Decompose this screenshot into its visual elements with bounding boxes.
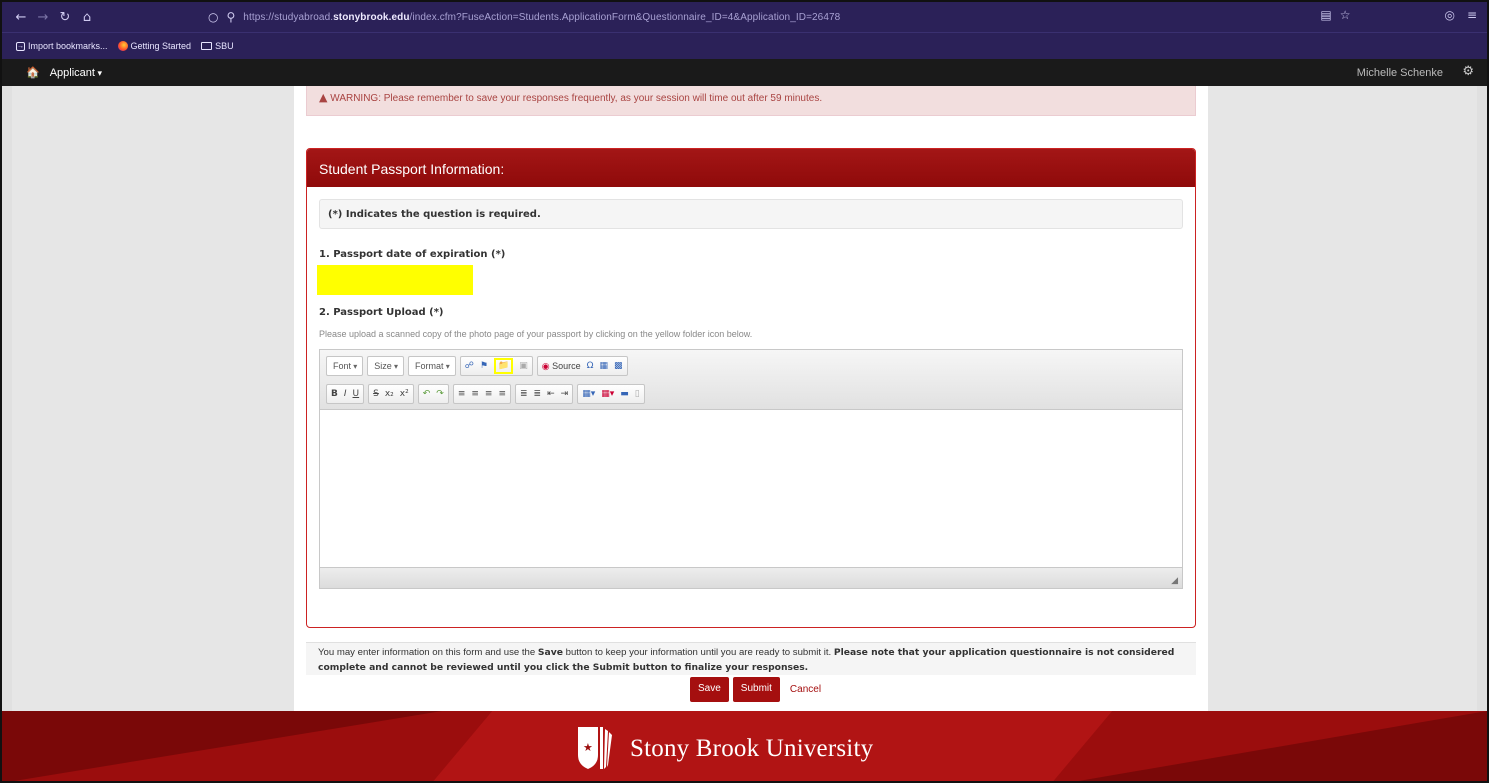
superscript-icon[interactable]: x² (400, 388, 409, 400)
shield-icon[interactable]: ○ (208, 10, 218, 24)
main-content: ▲ WARNING: Please remember to save your … (294, 86, 1208, 711)
horizontal-rule-icon[interactable]: ▬ (620, 388, 629, 400)
required-note: (*) Indicates the question is required. (319, 199, 1183, 229)
screen: ← → ↻ ⌂ ○ ⚲ https://studyabroad.stonybro… (0, 0, 1489, 783)
align-right-icon[interactable]: ≡ (485, 388, 493, 400)
undo-icon[interactable]: ↶ (423, 388, 431, 400)
resize-handle-icon[interactable]: ◢ (1171, 576, 1178, 586)
reload-icon[interactable]: ↻ (54, 10, 76, 25)
bookmark-star-icon[interactable]: ☆ (1340, 8, 1351, 22)
home-button-icon[interactable]: ⌂ (76, 10, 98, 25)
strikethrough-icon[interactable]: S (373, 388, 379, 400)
folder-upload-icon[interactable]: 📁 (494, 358, 514, 374)
question-2-label: 2. Passport Upload (*) (319, 307, 444, 318)
bookmark-import[interactable]: → Import bookmarks... (16, 41, 108, 51)
back-icon[interactable]: ← (10, 10, 32, 25)
indent-icon[interactable]: ⇥ (561, 388, 569, 400)
font-dropdown[interactable]: Font (326, 356, 364, 376)
media-icon[interactable]: ▩ (614, 360, 623, 372)
bulleted-list-icon[interactable]: ≣ (534, 388, 542, 400)
source-button[interactable]: ◉ Source (542, 361, 581, 372)
user-name[interactable]: Michelle Schenke (1357, 67, 1443, 79)
redo-icon[interactable]: ↷ (436, 388, 444, 400)
url-bar[interactable]: ○ ⚲ https://studyabroad.stonybrook.edu/i… (208, 7, 1358, 27)
align-justify-icon[interactable]: ≡ (498, 388, 506, 400)
subscript-icon[interactable]: x₂ (385, 388, 394, 400)
menu-icon[interactable]: ≡ (1467, 8, 1477, 22)
lock-icon[interactable]: ⚲ (226, 10, 235, 24)
bookmarks-bar: → Import bookmarks... Getting Started SBU (2, 32, 1487, 59)
source-icon: ◉ (541, 361, 550, 372)
passport-expiration-input[interactable] (317, 265, 473, 295)
link-icon[interactable]: ☍ (465, 360, 474, 372)
page-background: ▲ WARNING: Please remember to save your … (12, 86, 1477, 711)
image-icon[interactable]: ▣ (519, 360, 528, 372)
size-dropdown[interactable]: Size (367, 356, 405, 376)
home-icon[interactable]: 🏠 (26, 66, 40, 79)
cancel-link[interactable]: Cancel (790, 684, 821, 695)
footer-wedge-right (1067, 711, 1487, 781)
bookmark-sbu[interactable]: SBU (201, 41, 234, 51)
folder-icon (201, 42, 213, 50)
pocket-icon[interactable]: ◎ (1444, 8, 1454, 22)
page-break-icon[interactable]: ▯ (635, 388, 640, 400)
forward-icon[interactable]: → (32, 10, 54, 25)
save-button[interactable]: Save (690, 677, 729, 702)
table-icon[interactable]: ▦▾ (601, 388, 614, 400)
panel-title: Student Passport Information: (307, 149, 1195, 187)
gear-icon[interactable]: ⚙ (1462, 64, 1474, 79)
warning-icon: ▲ (319, 91, 328, 104)
format-dropdown[interactable]: Format (408, 356, 456, 376)
numbered-list-icon[interactable]: ≣ (520, 388, 528, 400)
reader-view-icon[interactable]: ▤ (1320, 8, 1331, 22)
text-color-icon[interactable]: ▦▾ (582, 388, 595, 400)
form-actions: Save Submit Cancel (690, 677, 821, 702)
app-navbar: 🏠 Applicant Michelle Schenke ⚙ (2, 59, 1487, 86)
sbu-shield-logo: ★ (578, 727, 612, 769)
editor-footer: ◢ (320, 567, 1182, 588)
submit-button[interactable]: Submit (732, 677, 780, 702)
footer-wedge-left (2, 711, 442, 781)
outdent-icon[interactable]: ⇤ (547, 388, 555, 400)
special-char-icon[interactable]: Ω (587, 360, 594, 372)
passport-panel: Student Passport Information: (*) Indica… (306, 148, 1196, 628)
submit-notice: You may enter information on this form a… (306, 642, 1196, 675)
university-name: Stony Brook University (630, 735, 874, 762)
question-2-help: Please upload a scanned copy of the phot… (319, 329, 753, 339)
template-icon[interactable]: ▦ (600, 360, 609, 372)
editor-toolbar: Font Size Format ☍ ⚑ 📁 ▣ ◉ Source (320, 350, 1182, 410)
underline-icon[interactable]: U (353, 388, 360, 400)
italic-icon[interactable]: I (344, 388, 347, 400)
import-icon: → (16, 41, 25, 51)
browser-toolbar: ← → ↻ ⌂ ○ ⚲ https://studyabroad.stonybro… (2, 2, 1487, 32)
bookmark-getting-started[interactable]: Getting Started (117, 41, 191, 51)
align-center-icon[interactable]: ≡ (471, 388, 479, 400)
university-footer: ★ Stony Brook University (2, 711, 1487, 781)
url-text[interactable]: https://studyabroad.stonybrook.edu/index… (243, 12, 840, 23)
anchor-flag-icon[interactable]: ⚑ (480, 360, 488, 372)
align-left-icon[interactable]: ≡ (458, 388, 466, 400)
session-warning: ▲ WARNING: Please remember to save your … (306, 86, 1196, 116)
applicant-menu[interactable]: Applicant (50, 67, 102, 79)
firefox-icon (117, 41, 128, 51)
bold-icon[interactable]: B (331, 388, 338, 400)
rich-text-editor: Font Size Format ☍ ⚑ 📁 ▣ ◉ Source (319, 349, 1183, 589)
question-1-label: 1. Passport date of expiration (*) (319, 249, 506, 260)
editor-content-area[interactable] (320, 410, 1182, 567)
svg-text:★: ★ (583, 741, 593, 754)
